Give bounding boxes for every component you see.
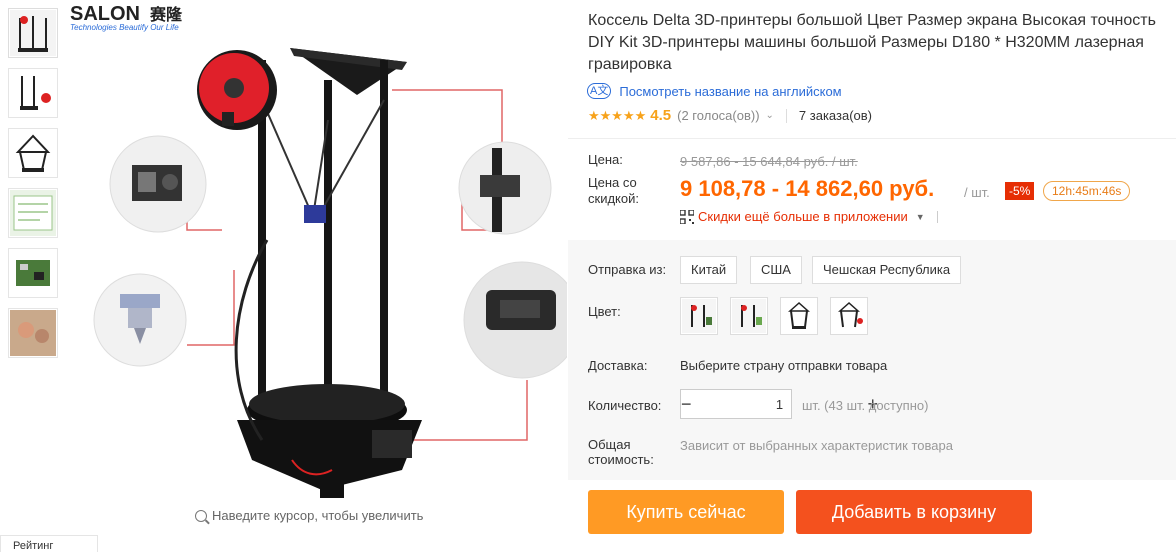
rating-value: 4.5 — [650, 107, 672, 124]
price-section: Цена: 9 587,86 - 15 644,84 руб. / шт. Це… — [568, 138, 1176, 240]
thumbnail-6[interactable] — [8, 308, 58, 358]
total-cost-label: Общая стоимость: — [588, 437, 654, 467]
thumbnail-5[interactable] — [8, 248, 58, 298]
votes-link[interactable]: (2 голоса(ов)) — [677, 108, 759, 123]
app-promo[interactable]: Скидки ещё больше в приложении ▼ — [679, 208, 938, 225]
add-to-cart-button[interactable]: Добавить в корзину — [796, 490, 1032, 534]
color-swatch-2[interactable] — [730, 297, 768, 335]
quantity-available: шт. (43 шт. доступно) — [802, 398, 929, 413]
main-product-image[interactable]: SALON 赛隆 Technologies Beautify Our Life — [62, 0, 581, 505]
ship-from-czech-button[interactable]: Чешская Республика — [812, 256, 962, 284]
discounted-price: 9 108,78 - 14 862,60 руб. — [680, 176, 935, 201]
brand-logo: SALON — [70, 3, 140, 25]
divider — [936, 210, 938, 223]
product-title: Коссель Delta 3D-принтеры большой Цвет Р… — [588, 12, 1156, 73]
callout-carriage-circle — [458, 141, 552, 235]
brand-logo-cn: 赛隆 — [149, 5, 183, 24]
thumbnail-2[interactable] — [8, 68, 58, 118]
color-label: Цвет: — [588, 304, 621, 319]
callout-extruder-circle — [109, 135, 207, 233]
delivery-label: Доставка: — [588, 358, 648, 373]
thumbnail-1[interactable] — [8, 8, 58, 58]
translate-link[interactable]: A文 Посмотреть название на английском — [587, 83, 842, 99]
zoom-hint-text: Наведите курсор, чтобы увеличить — [212, 508, 424, 523]
translate-icon: A文 — [587, 83, 612, 99]
discount-badge: -5% — [1005, 182, 1035, 200]
delivery-value: Выберите страну отправки товара — [680, 358, 888, 373]
rating-row: ★★★★★ 4.5 (2 голоса(ов)) ⌄ 7 заказа(ов) — [588, 107, 872, 124]
divider — [785, 108, 787, 123]
translate-link-text[interactable]: Посмотреть название на английском — [619, 84, 841, 99]
price-unit: / шт. — [964, 185, 990, 200]
buy-now-button[interactable]: Купить сейчас — [588, 490, 784, 534]
color-swatch-4[interactable] — [830, 297, 868, 335]
product-info-panel: Коссель Delta 3D-принтеры большой Цвет Р… — [568, 0, 1176, 552]
zoom-hint: Наведите курсор, чтобы увеличить — [195, 508, 423, 523]
callout-endstop-circle — [463, 261, 581, 379]
color-swatch-1[interactable] — [680, 297, 718, 335]
search-icon — [195, 509, 207, 522]
ship-from-china-button[interactable]: Китай — [680, 256, 738, 284]
ship-from-label: Отправка из: — [588, 262, 667, 277]
brand-tagline: Technologies Beautify Our Life — [70, 23, 179, 32]
chevron-down-icon[interactable]: ⌄ — [766, 110, 774, 121]
quantity-label: Количество: — [588, 398, 662, 413]
rating-tab[interactable]: Рейтинг — [0, 535, 98, 552]
qr-code-icon — [679, 208, 695, 225]
ship-from-usa-button[interactable]: США — [750, 256, 802, 284]
filament-spool — [197, 50, 277, 130]
star-rating-icon: ★★★★★ — [588, 107, 647, 123]
color-swatch-3[interactable] — [780, 297, 818, 335]
price-label: Цена: — [588, 152, 623, 167]
minus-icon[interactable]: − — [681, 390, 692, 418]
orders-count: 7 заказа(ов) — [798, 108, 872, 123]
app-promo-text[interactable]: Скидки ещё больше в приложении — [698, 209, 908, 224]
discount-price-label: Цена со скидкой: — [588, 175, 639, 206]
callout-hotend-circle — [93, 273, 187, 367]
old-price: 9 587,86 - 15 644,84 руб. / шт. — [680, 154, 858, 169]
quantity-stepper: − + — [680, 389, 878, 419]
thumbnail-list — [8, 8, 58, 368]
caret-down-icon[interactable]: ▼ — [916, 212, 925, 222]
thumbnail-3[interactable] — [8, 128, 58, 178]
options-section: Отправка из: Китай США Чешская Республик… — [568, 240, 1176, 480]
total-cost-value: Зависит от выбранных характеристик товар… — [680, 438, 953, 453]
countdown-timer: 12h:45m:46s — [1043, 181, 1131, 201]
thumbnail-4[interactable] — [8, 188, 58, 238]
